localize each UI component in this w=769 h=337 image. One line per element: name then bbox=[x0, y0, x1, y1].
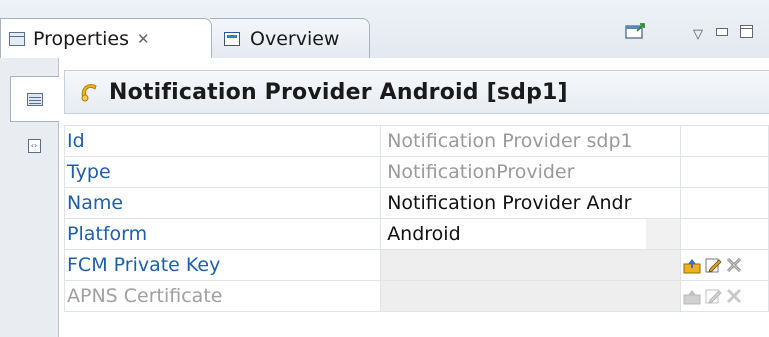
property-value: NotificationProvider bbox=[380, 156, 681, 188]
property-value-text: Notification Provider Andr bbox=[387, 192, 632, 214]
fcm-private-key-field[interactable] bbox=[380, 249, 681, 281]
side-tab-properties[interactable] bbox=[10, 76, 59, 122]
properties-panel: Notification Provider Android [sdp1] Id … bbox=[59, 58, 769, 337]
table-row: Id Notification Provider sdp1 bbox=[63, 125, 769, 157]
properties-icon bbox=[9, 31, 25, 46]
side-tab-source[interactable]: ‹› bbox=[10, 124, 58, 168]
property-actions bbox=[679, 280, 769, 312]
view-tab-bar: Properties ✕ Overview ▽ bbox=[0, 0, 769, 59]
tab-overview-label: Overview bbox=[250, 27, 340, 50]
notification-provider-icon bbox=[81, 84, 97, 102]
tab-overview[interactable]: Overview bbox=[210, 18, 370, 58]
dropdown-area[interactable] bbox=[645, 219, 680, 249]
page-title: Notification Provider Android [sdp1] bbox=[109, 79, 568, 105]
property-value-text: Android bbox=[387, 223, 461, 245]
overview-icon bbox=[224, 31, 240, 46]
table-row: FCM Private Key bbox=[63, 249, 769, 281]
tab-properties-label: Properties bbox=[33, 27, 130, 50]
clear-icon[interactable] bbox=[725, 256, 743, 274]
property-key: Id bbox=[63, 125, 382, 157]
name-field[interactable]: Notification Provider Andr bbox=[380, 187, 681, 219]
property-actions bbox=[679, 187, 769, 219]
view-menu-icon[interactable]: ▽ bbox=[693, 22, 703, 46]
table-row: APNS Certificate bbox=[63, 280, 769, 312]
property-actions bbox=[679, 156, 769, 188]
property-actions bbox=[679, 125, 769, 157]
platform-select[interactable]: Android bbox=[380, 218, 681, 250]
tab-properties[interactable]: Properties ✕ bbox=[0, 18, 212, 58]
export-button[interactable] bbox=[625, 22, 647, 40]
clear-icon bbox=[726, 288, 741, 304]
minimize-icon[interactable] bbox=[716, 28, 728, 36]
property-key: Type bbox=[63, 156, 382, 188]
properties-table: Id Notification Provider sdp1 Type Notif… bbox=[63, 125, 769, 312]
properties-header: Notification Provider Android [sdp1] bbox=[64, 70, 769, 114]
property-key: Platform bbox=[63, 218, 382, 250]
property-key: APNS Certificate bbox=[63, 280, 382, 312]
apns-certificate-field bbox=[380, 280, 681, 312]
list-icon bbox=[27, 92, 43, 106]
close-icon[interactable]: ✕ bbox=[137, 30, 150, 48]
maximize-icon[interactable] bbox=[740, 25, 753, 38]
source-icon: ‹› bbox=[27, 139, 41, 153]
property-value: Notification Provider sdp1 bbox=[380, 125, 681, 157]
property-actions bbox=[679, 218, 769, 250]
edit-icon bbox=[705, 289, 722, 304]
property-key: FCM Private Key bbox=[63, 249, 382, 281]
upload-file-icon bbox=[683, 290, 701, 305]
property-value-text: NotificationProvider bbox=[387, 161, 575, 183]
edit-icon[interactable] bbox=[704, 256, 722, 274]
table-row: Name Notification Provider Andr bbox=[63, 187, 769, 219]
upload-file-icon[interactable] bbox=[683, 256, 701, 274]
property-value-text: Notification Provider sdp1 bbox=[387, 130, 633, 152]
vertical-tab-strip: ‹› bbox=[0, 58, 59, 337]
table-row: Type NotificationProvider bbox=[63, 156, 769, 188]
property-key: Name bbox=[63, 187, 382, 219]
table-row: Platform Android bbox=[63, 218, 769, 250]
export-icon bbox=[625, 23, 645, 39]
property-actions bbox=[679, 249, 769, 281]
